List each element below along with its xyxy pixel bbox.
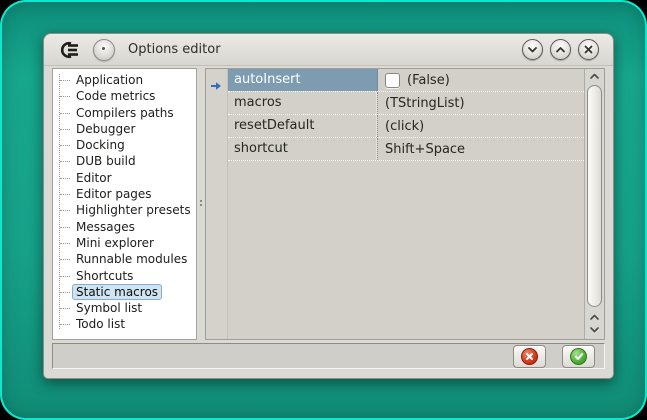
property-value-text: (False) (407, 73, 450, 88)
sidebar-item-highlighter-presets[interactable]: Highlighter presets (60, 202, 196, 218)
screenshot-stage: Options editor Application Code metrics … (0, 0, 647, 420)
table-row-autoinsert[interactable]: autoInsert (False) (228, 69, 584, 92)
autoinsert-checkbox[interactable] (385, 73, 400, 88)
sidebar-item-dub-build[interactable]: DUB build (60, 153, 196, 169)
shade-button[interactable] (522, 39, 543, 60)
property-value[interactable]: (TStringList) (378, 92, 584, 114)
scrollbar-up-icon[interactable] (585, 72, 604, 81)
scrollbar-down-icon[interactable] (585, 325, 604, 334)
property-value-text: (click) (385, 119, 424, 134)
sidebar-item-code-metrics[interactable]: Code metrics (60, 88, 196, 104)
accept-button[interactable] (562, 345, 595, 368)
property-name[interactable]: resetDefault (228, 115, 378, 137)
footer-bar (52, 343, 605, 369)
table-row-resetdefault[interactable]: resetDefault (click) (228, 115, 584, 138)
green-check-icon (570, 348, 587, 365)
category-tree-list: Application Code metrics Compilers paths… (53, 69, 196, 333)
window-menu-dot-icon[interactable] (93, 39, 115, 61)
sidebar-item-compilers-paths[interactable]: Compilers paths (60, 105, 196, 121)
panel-splitter[interactable] (197, 68, 205, 340)
red-cross-icon (521, 348, 538, 365)
property-name[interactable]: macros (228, 92, 378, 114)
property-name[interactable]: autoInsert (228, 69, 378, 91)
window-title: Options editor (128, 42, 221, 57)
property-name[interactable]: shortcut (228, 138, 378, 160)
chevron-up-icon (555, 44, 566, 55)
sidebar-item-messages[interactable]: Messages (60, 219, 196, 235)
chevron-down-icon (527, 44, 538, 55)
close-x-icon (583, 44, 594, 55)
sidebar-item-symbol-list[interactable]: Symbol list (60, 300, 196, 316)
category-tree: Application Code metrics Compilers paths… (52, 68, 197, 340)
property-grid-rows: autoInsert (False) macros (TStringList) … (228, 69, 584, 339)
sidebar-item-application[interactable]: Application (60, 72, 196, 88)
scrollbar-thumb[interactable] (587, 85, 602, 307)
table-row-shortcut[interactable]: shortcut Shift+Space (228, 138, 584, 161)
sidebar-item-runnable-modules[interactable]: Runnable modules (60, 251, 196, 267)
scrollbar-up-icon[interactable] (585, 313, 604, 322)
property-grid-gutter (206, 69, 228, 339)
sidebar-item-todo-list[interactable]: Todo list (60, 316, 196, 332)
sidebar-item-editor[interactable]: Editor (60, 170, 196, 186)
property-value-text: (TStringList) (385, 96, 465, 111)
table-row-macros[interactable]: macros (TStringList) (228, 92, 584, 115)
property-value[interactable]: (click) (378, 115, 584, 137)
vertical-scrollbar[interactable] (584, 69, 604, 339)
sidebar-item-shortcuts[interactable]: Shortcuts (60, 268, 196, 284)
unshade-button[interactable] (550, 39, 571, 60)
titlebar[interactable]: Options editor (44, 34, 613, 66)
sidebar-item-debugger[interactable]: Debugger (60, 121, 196, 137)
property-grid: autoInsert (False) macros (TStringList) … (205, 68, 605, 340)
options-editor-window: Options editor Application Code metrics … (43, 33, 614, 379)
sidebar-item-static-macros[interactable]: Static macros (60, 284, 196, 300)
sidebar-item-mini-explorer[interactable]: Mini explorer (60, 235, 196, 251)
coedit-logo-icon (58, 40, 82, 60)
sidebar-item-editor-pages[interactable]: Editor pages (60, 186, 196, 202)
cancel-button[interactable] (513, 345, 546, 368)
property-value[interactable]: Shift+Space (378, 138, 584, 160)
property-value-text: Shift+Space (385, 142, 465, 157)
property-value[interactable]: (False) (378, 69, 584, 91)
close-button[interactable] (578, 39, 599, 60)
sidebar-item-docking[interactable]: Docking (60, 137, 196, 153)
selected-row-arrow-icon (210, 76, 222, 95)
